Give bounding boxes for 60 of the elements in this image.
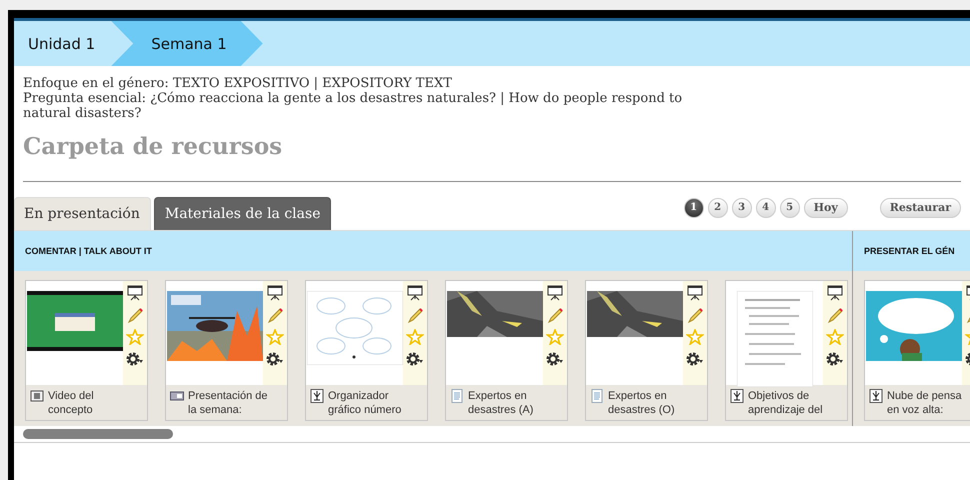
pencil-icon[interactable]: [686, 307, 704, 323]
card-title[interactable]: Organizador gráfico número: [328, 389, 402, 417]
resource-card[interactable]: Video del concepto: [25, 280, 148, 421]
scrollbar-thumb[interactable]: [23, 429, 173, 439]
pencil-icon[interactable]: [126, 307, 144, 323]
presentation-screen-icon[interactable]: [126, 285, 144, 301]
page-button[interactable]: 5: [780, 198, 800, 218]
page-button[interactable]: 1: [684, 198, 704, 218]
presentation-screen-icon[interactable]: [686, 285, 704, 301]
today-button[interactable]: Hoy: [804, 198, 848, 218]
document-file-icon: [590, 389, 604, 403]
star-icon[interactable]: [126, 329, 144, 345]
gear-icon[interactable]: [126, 351, 144, 367]
video-file-icon: [30, 389, 44, 403]
card-title[interactable]: Video del concepto: [48, 389, 94, 417]
page-button[interactable]: 2: [708, 198, 728, 218]
resource-card[interactable]: Presentación de la semana:: [165, 280, 288, 421]
card-title[interactable]: Objetivos de aprendizaje del: [748, 389, 823, 417]
resource-card[interactable]: Objetivos de aprendizaje del: [725, 280, 848, 421]
star-icon[interactable]: [266, 329, 284, 345]
gear-icon[interactable]: [546, 351, 564, 367]
page-button[interactable]: 3: [732, 198, 752, 218]
card-title[interactable]: Nube de pensa en voz alta:: [887, 389, 962, 417]
card-title[interactable]: Expertos en desastres (O): [608, 389, 675, 417]
presentation-screen-icon[interactable]: [266, 285, 284, 301]
page-title: Carpeta de recursos: [23, 133, 284, 162]
gear-icon[interactable]: [686, 351, 704, 367]
document-file-icon: [450, 389, 464, 403]
breadcrumb-item[interactable]: Semana 1: [111, 21, 263, 66]
pdf-file-icon: [730, 389, 744, 403]
presentation-screen-icon[interactable]: [826, 285, 844, 301]
page-button[interactable]: 4: [756, 198, 776, 218]
reset-button[interactable]: Restaurar: [880, 198, 961, 218]
resource-card[interactable]: Expertos en desastres (O): [585, 280, 708, 421]
pdf-file-icon: [310, 389, 324, 403]
pdf-file-icon: [869, 389, 883, 403]
star-icon[interactable]: [546, 329, 564, 345]
gear-icon[interactable]: [266, 351, 284, 367]
presentation-screen-icon[interactable]: [546, 285, 564, 301]
gear-icon[interactable]: [406, 351, 424, 367]
pencil-icon[interactable]: [546, 307, 564, 323]
resource-card[interactable]: Nube de pensa en voz alta:: [864, 280, 970, 421]
lesson-info: Enfoque en el género: TEXTO EXPOSITIVO | EXPOSITORY TEXT Pregunta esencial: ¿Cómo reacciona la gente a los desastres naturales? | How do people respond to natural disasters?: [23, 76, 684, 121]
tab[interactable]: Materiales de la clase: [154, 197, 332, 230]
resource-card[interactable]: Expertos en desastres (A): [445, 280, 568, 421]
card-title[interactable]: Expertos en desastres (A): [468, 389, 534, 417]
section-heading: PRESENTAR EL GÉN: [864, 246, 955, 256]
pencil-icon[interactable]: [826, 307, 844, 323]
pencil-icon[interactable]: [406, 307, 424, 323]
star-icon[interactable]: [826, 329, 844, 345]
resource-card[interactable]: Organizador gráfico número: [305, 280, 428, 421]
presentation-screen-icon[interactable]: [406, 285, 424, 301]
tab[interactable]: En presentación: [14, 197, 151, 230]
star-icon[interactable]: [686, 329, 704, 345]
pencil-icon[interactable]: [266, 307, 284, 323]
section-heading: COMENTAR | TALK ABOUT IT: [25, 246, 152, 256]
slides-file-icon: [170, 389, 184, 403]
card-title[interactable]: Presentación de la semana:: [188, 389, 268, 417]
gear-icon[interactable]: [826, 351, 844, 367]
star-icon[interactable]: [406, 329, 424, 345]
